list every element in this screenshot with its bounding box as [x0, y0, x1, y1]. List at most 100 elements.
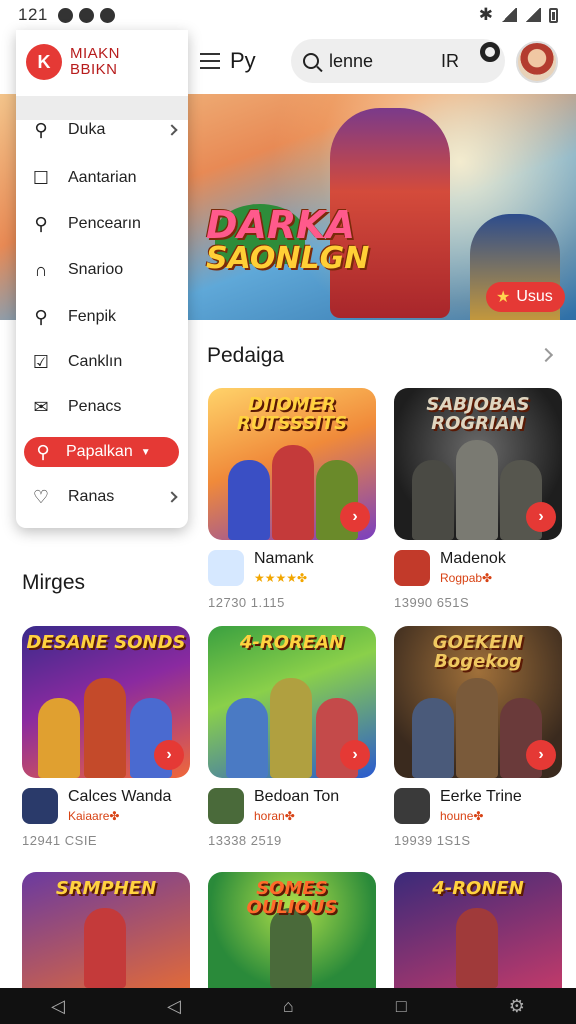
game-card[interactable]: 4-RONEN — [394, 872, 562, 988]
game-meta: Eerke Trine houne✤ 19939 1S1S — [394, 778, 562, 850]
game-icon — [208, 550, 244, 586]
game-card[interactable]: SABJOBAS ROGRIAN › Madenok Rogpab✤ 13990… — [394, 388, 562, 612]
game-stats: 13990 651S — [394, 595, 470, 610]
notification-icon — [99, 7, 115, 23]
search-icon: ⚲ — [36, 441, 50, 462]
drawer-item-papalkan[interactable]: ⚲ Papalkan ▼ — [24, 437, 179, 467]
game-thumbnail[interactable]: SOMES OULIOUS — [208, 872, 376, 988]
chevron-right-icon — [166, 491, 178, 503]
wifi-icon — [501, 8, 517, 22]
menu-button[interactable]: Py — [200, 48, 256, 74]
status-time: 121 — [18, 5, 48, 24]
search-icon: ⚲ — [34, 213, 48, 234]
notification-icon — [78, 7, 94, 23]
game-card[interactable]: SOMES OULIOUS — [208, 872, 376, 988]
region-label[interactable]: IR — [441, 51, 459, 72]
notification-icons — [57, 7, 115, 23]
game-thumbnail[interactable]: GOEKEIN Bogekog › — [394, 626, 562, 778]
game-subtitle: Kaiaare✤ — [68, 809, 120, 823]
caret-down-icon: ▼ — [140, 446, 151, 458]
brand-name: MIAKN BBIKN — [70, 44, 121, 78]
game-card[interactable]: DIIOMER RUTSSSITS › Namank ★★★★✤ 12730 1… — [208, 388, 376, 612]
search-icon — [303, 53, 319, 69]
game-title-art: SOMES OULIOUS — [246, 878, 338, 918]
drawer-item-aantarian[interactable]: ☐ Aantarian — [16, 158, 188, 198]
back-icon[interactable]: ◁ — [167, 996, 181, 1017]
hero-badge-label: Usus — [516, 288, 553, 305]
game-subtitle: houne✤ — [440, 809, 484, 823]
system-icons: ✱ — [479, 5, 558, 25]
drawer-item-duka[interactable]: ⚲ Duka — [16, 110, 188, 150]
game-title-art: DIIOMER RUTSSSITS — [236, 394, 348, 434]
game-name: Namank — [254, 550, 314, 567]
drawer-item-penacs[interactable]: ✉ Penacs — [16, 387, 188, 427]
game-icon — [208, 788, 244, 824]
home-icon[interactable]: ⌂ — [283, 996, 294, 1017]
system-nav-bar: ◁ ◁ ⌂ □ ⚙ — [0, 988, 576, 1024]
game-meta: Calces Wanda Kaiaare✤ 12941 CSIE — [22, 778, 190, 850]
game-thumbnail[interactable]: DESANE SONDS › — [22, 626, 190, 778]
drawer-item-pencearin[interactable]: ⚲ Pencearın — [16, 204, 188, 244]
bluetooth-icon: ✱ — [478, 5, 493, 24]
drawer-item-snarioo[interactable]: ∩ Snarioo — [16, 250, 188, 290]
search-input[interactable]: lenne — [329, 51, 373, 72]
back-icon[interactable]: ◁ — [51, 996, 65, 1017]
play-icon[interactable]: › — [526, 740, 556, 770]
accessibility-icon[interactable]: ⚙ — [509, 996, 525, 1017]
game-meta: Namank ★★★★✤ 12730 1.115 — [208, 540, 376, 612]
game-card[interactable]: SRMPHEN — [22, 872, 190, 988]
play-icon[interactable]: › — [340, 502, 370, 532]
game-name: Bedoan Ton — [254, 788, 340, 805]
square-icon: ☐ — [32, 167, 50, 188]
mail-icon: ✉ — [33, 396, 49, 417]
status-bar: 121 ✱ — [0, 0, 576, 30]
signal-icon — [525, 8, 541, 22]
drawer-item-ranas[interactable]: ♡ Ranas — [16, 477, 188, 517]
game-subtitle: horan✤ — [254, 809, 295, 823]
game-title-art: SABJOBAS ROGRIAN — [426, 394, 530, 434]
building-icon: ∩ — [34, 259, 48, 280]
game-stats: 12941 CSIE — [22, 833, 98, 848]
notification-icon — [57, 7, 73, 23]
game-icon — [394, 788, 430, 824]
game-name: Eerke Trine — [440, 788, 522, 805]
battery-icon — [549, 7, 558, 23]
hamburger-icon — [200, 53, 220, 69]
game-meta: Bedoan Ton horan✤ 13338 2519 — [208, 778, 376, 850]
game-thumbnail[interactable]: SRMPHEN — [22, 872, 190, 988]
drawer-item-fenpik[interactable]: ⚲ Fenpik — [16, 297, 188, 337]
section-title-featured: Pedaiga — [207, 344, 285, 367]
heart-icon: ♡ — [32, 486, 50, 507]
game-thumbnail[interactable]: 4-RONEN — [394, 872, 562, 988]
menu-label: Py — [230, 48, 256, 73]
search-icon: ⚲ — [34, 306, 48, 327]
drawer-item-canklin[interactable]: ☑ Canklın — [16, 342, 188, 382]
search-bar[interactable]: lenne IR — [291, 39, 505, 83]
brand-logo-icon: K — [26, 44, 62, 80]
game-stats: 12730 1.115 — [208, 595, 285, 610]
play-icon[interactable]: › — [154, 740, 184, 770]
game-card[interactable]: GOEKEIN Bogekog › Eerke Trine houne✤ 199… — [394, 626, 562, 850]
game-stats: 13338 2519 — [208, 833, 282, 848]
gear-icon[interactable] — [480, 42, 500, 62]
section-title-more: Mirges — [22, 571, 86, 594]
game-stats: 19939 1S1S — [394, 833, 471, 848]
game-thumbnail[interactable]: DIIOMER RUTSSSITS › — [208, 388, 376, 540]
game-card[interactable]: 4-ROREAN › Bedoan Ton horan✤ 13338 2519 — [208, 626, 376, 850]
hero-badge-button[interactable]: ★ Usus — [486, 282, 565, 312]
game-icon — [394, 550, 430, 586]
avatar[interactable] — [516, 41, 558, 83]
game-title-art: 4-ROREAN — [239, 632, 345, 653]
game-thumbnail[interactable]: SABJOBAS ROGRIAN › — [394, 388, 562, 540]
chevron-right-icon[interactable] — [538, 347, 554, 363]
hero-title: DARKA SAONLGN — [206, 203, 370, 276]
game-title-art: SRMPHEN — [55, 878, 157, 899]
game-card[interactable]: DESANE SONDS › Calces Wanda Kaiaare✤ 129… — [22, 626, 190, 850]
recents-icon[interactable]: □ — [396, 996, 407, 1017]
play-icon[interactable]: › — [526, 502, 556, 532]
game-subtitle: Rogpab✤ — [440, 571, 493, 585]
play-icon[interactable]: › — [340, 740, 370, 770]
chevron-right-icon — [166, 124, 178, 136]
brand[interactable]: K MIAKN BBIKN — [26, 44, 120, 80]
game-thumbnail[interactable]: 4-ROREAN › — [208, 626, 376, 778]
